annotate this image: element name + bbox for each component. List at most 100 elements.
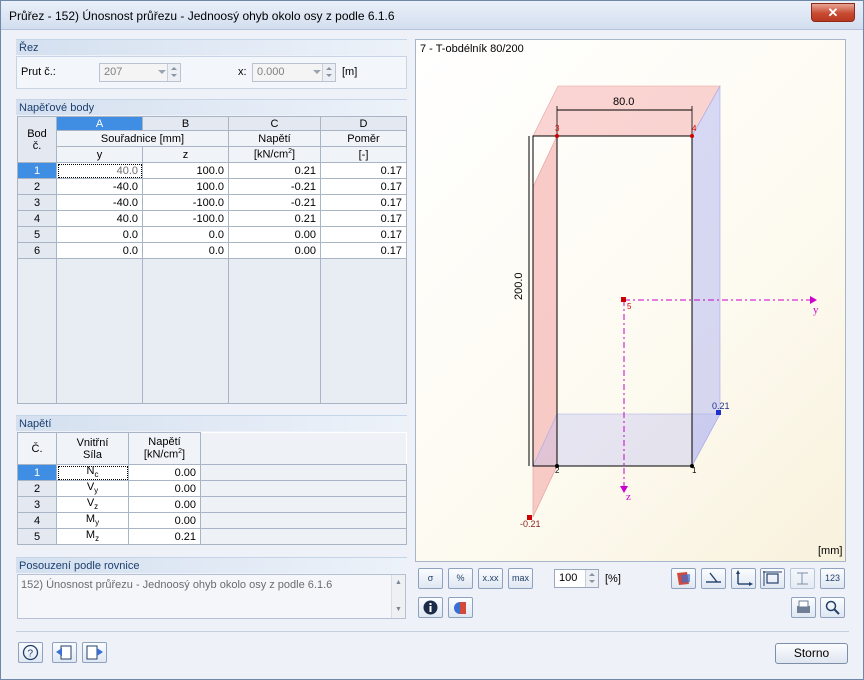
cell-stress[interactable]: -0.21 bbox=[228, 194, 321, 211]
help-button[interactable]: ? bbox=[18, 642, 43, 663]
cell-stress[interactable]: -0.21 bbox=[228, 178, 321, 195]
column-letter-b[interactable]: B bbox=[142, 116, 229, 131]
row-number[interactable]: 2 bbox=[17, 480, 57, 497]
export-button[interactable] bbox=[82, 642, 107, 663]
numbering-button[interactable]: 123 bbox=[820, 568, 845, 589]
stress-toggle-button[interactable]: σ bbox=[418, 568, 443, 589]
zoom-spinner[interactable] bbox=[585, 570, 598, 587]
cell-stress[interactable]: 0.00 bbox=[228, 242, 321, 259]
dimensions-button[interactable] bbox=[760, 568, 785, 589]
row-number[interactable]: 3 bbox=[17, 194, 57, 211]
table-row[interactable]: 4 40.0 -100.0 0.21 0.17 bbox=[17, 210, 407, 227]
dimension-line-button[interactable] bbox=[790, 568, 815, 589]
axes-button[interactable] bbox=[701, 568, 726, 589]
table-row[interactable]: 5 0.0 0.0 0.00 0.17 bbox=[17, 226, 407, 243]
row-number[interactable]: 4 bbox=[17, 210, 57, 227]
cell-ratio[interactable]: 0.17 bbox=[320, 178, 407, 195]
export-icon bbox=[86, 645, 103, 660]
import-button[interactable] bbox=[52, 642, 77, 663]
z-axis-label: z bbox=[626, 491, 631, 503]
table-row[interactable]: 2 -40.0 100.0 -0.21 0.17 bbox=[17, 178, 407, 195]
color-scale-button[interactable] bbox=[448, 597, 473, 618]
cell-y[interactable]: 40.0 bbox=[56, 210, 143, 227]
table-row[interactable]: 5 Mz 0.21 bbox=[17, 528, 407, 545]
row-number[interactable]: 6 bbox=[17, 242, 57, 259]
table-row[interactable]: 3 -40.0 -100.0 -0.21 0.17 bbox=[17, 194, 407, 211]
x-combo[interactable]: 0.000 bbox=[252, 63, 336, 82]
print-button[interactable] bbox=[791, 597, 816, 618]
section-drawing bbox=[527, 84, 817, 520]
cancel-button[interactable]: Storno bbox=[775, 643, 848, 664]
table-row[interactable]: 3 Vz 0.00 bbox=[17, 496, 407, 513]
cell-ratio[interactable]: 0.17 bbox=[320, 226, 407, 243]
cell-stress[interactable]: 0.21 bbox=[228, 210, 321, 227]
member-spinner[interactable] bbox=[167, 64, 180, 81]
cell-z[interactable]: -100.0 bbox=[142, 210, 229, 227]
cell-force[interactable]: Mz bbox=[56, 528, 129, 545]
section-graphic[interactable]: 7 - T-obdélník 80/200 80.0 200.0 3 4 2 1… bbox=[415, 39, 846, 562]
y-axis-arrow-icon bbox=[810, 296, 817, 304]
cell-y[interactable]: 40.0 bbox=[56, 162, 143, 179]
max-toggle-button[interactable]: max bbox=[508, 568, 533, 589]
cell-value[interactable]: 0.00 bbox=[128, 496, 201, 513]
row-number[interactable]: 4 bbox=[17, 512, 57, 529]
column-letter-a[interactable]: A bbox=[56, 116, 143, 131]
section-view-button[interactable] bbox=[671, 568, 696, 589]
row-number[interactable]: 2 bbox=[17, 178, 57, 195]
zoom-input[interactable]: 100 bbox=[554, 569, 599, 588]
view-settings-button[interactable] bbox=[820, 597, 845, 618]
row-number[interactable]: 5 bbox=[17, 226, 57, 243]
cell-ratio[interactable]: 0.17 bbox=[320, 194, 407, 211]
column-letter-c[interactable]: C bbox=[228, 116, 321, 131]
cell-z[interactable]: -100.0 bbox=[142, 194, 229, 211]
max-stress-label: 0.21 bbox=[712, 401, 730, 411]
table-row[interactable]: 6 0.0 0.0 0.00 0.17 bbox=[17, 242, 407, 259]
cell-stress[interactable]: 0.00 bbox=[228, 226, 321, 243]
column-letter-d[interactable]: D bbox=[320, 116, 407, 131]
section-header-check: Posouzení podle rovnice bbox=[16, 557, 407, 573]
cell-force[interactable]: Vz bbox=[56, 496, 129, 513]
table-row[interactable]: 1 40.0 100.0 0.21 0.17 bbox=[17, 162, 407, 179]
x-spinner[interactable] bbox=[322, 64, 335, 81]
cell-y[interactable]: -40.0 bbox=[56, 178, 143, 195]
row-number[interactable]: 3 bbox=[17, 496, 57, 513]
cell-force[interactable]: Vy bbox=[56, 480, 129, 497]
zoom-unit: [%] bbox=[605, 573, 621, 585]
cell-z[interactable]: 100.0 bbox=[142, 162, 229, 179]
cell-z[interactable]: 100.0 bbox=[142, 178, 229, 195]
cell-y[interactable]: -40.0 bbox=[56, 194, 143, 211]
values-toggle-button[interactable]: x.xx bbox=[478, 568, 503, 589]
cell-force[interactable]: Nc bbox=[56, 464, 129, 481]
cell-y[interactable]: 0.0 bbox=[56, 226, 143, 243]
cell-y[interactable]: 0.0 bbox=[56, 242, 143, 259]
z-header: z bbox=[142, 146, 229, 163]
row-number[interactable]: 1 bbox=[17, 162, 57, 179]
cell-ratio[interactable]: 0.17 bbox=[320, 242, 407, 259]
table-row[interactable]: 2 Vy 0.00 bbox=[17, 480, 407, 497]
cell-z[interactable]: 0.0 bbox=[142, 226, 229, 243]
cell-stress[interactable]: 0.21 bbox=[228, 162, 321, 179]
close-button[interactable]: ✕ bbox=[811, 3, 855, 22]
info-button[interactable] bbox=[418, 597, 443, 618]
cell-value[interactable]: 0.21 bbox=[128, 528, 201, 545]
row-number[interactable]: 1 bbox=[17, 464, 57, 481]
cell-force[interactable]: My bbox=[56, 512, 129, 529]
stress-header: Napětí bbox=[228, 130, 321, 147]
check-scrollbar[interactable] bbox=[391, 575, 405, 618]
table-row[interactable]: 1 Nc 0.00 bbox=[17, 464, 407, 481]
table-row[interactable]: 4 My 0.00 bbox=[17, 512, 407, 529]
row-number[interactable]: 5 bbox=[17, 528, 57, 545]
cell-ratio[interactable]: 0.17 bbox=[320, 210, 407, 227]
cell-value[interactable]: 0.00 bbox=[128, 464, 201, 481]
check-description[interactable]: 152) Únosnost průřezu - Jednoosý ohyb ok… bbox=[17, 574, 406, 619]
coords-header: Souřadnice [mm] bbox=[56, 130, 229, 147]
cell-value[interactable]: 0.00 bbox=[128, 512, 201, 529]
member-combo[interactable]: 207 bbox=[99, 63, 181, 82]
stress-points-table: Bod č. A B C D Souřadnice [mm] Napětí Po… bbox=[17, 116, 407, 404]
ratio-toggle-button[interactable]: % bbox=[448, 568, 473, 589]
rez-panel: Prut č.: 207 x: 0.000 [m] bbox=[16, 56, 407, 89]
cell-z[interactable]: 0.0 bbox=[142, 242, 229, 259]
cell-ratio[interactable]: 0.17 bbox=[320, 162, 407, 179]
coordinate-system-button[interactable] bbox=[731, 568, 756, 589]
cell-value[interactable]: 0.00 bbox=[128, 480, 201, 497]
